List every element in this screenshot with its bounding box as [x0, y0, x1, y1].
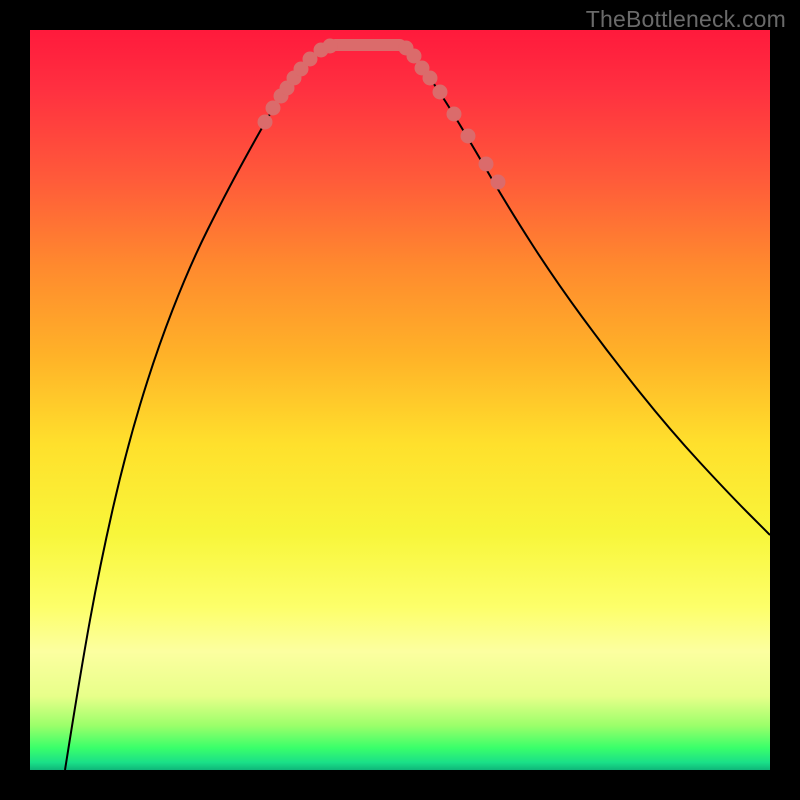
plot-area: [30, 30, 770, 770]
watermark-text: TheBottleneck.com: [586, 6, 786, 33]
chart-frame: TheBottleneck.com: [0, 0, 800, 800]
